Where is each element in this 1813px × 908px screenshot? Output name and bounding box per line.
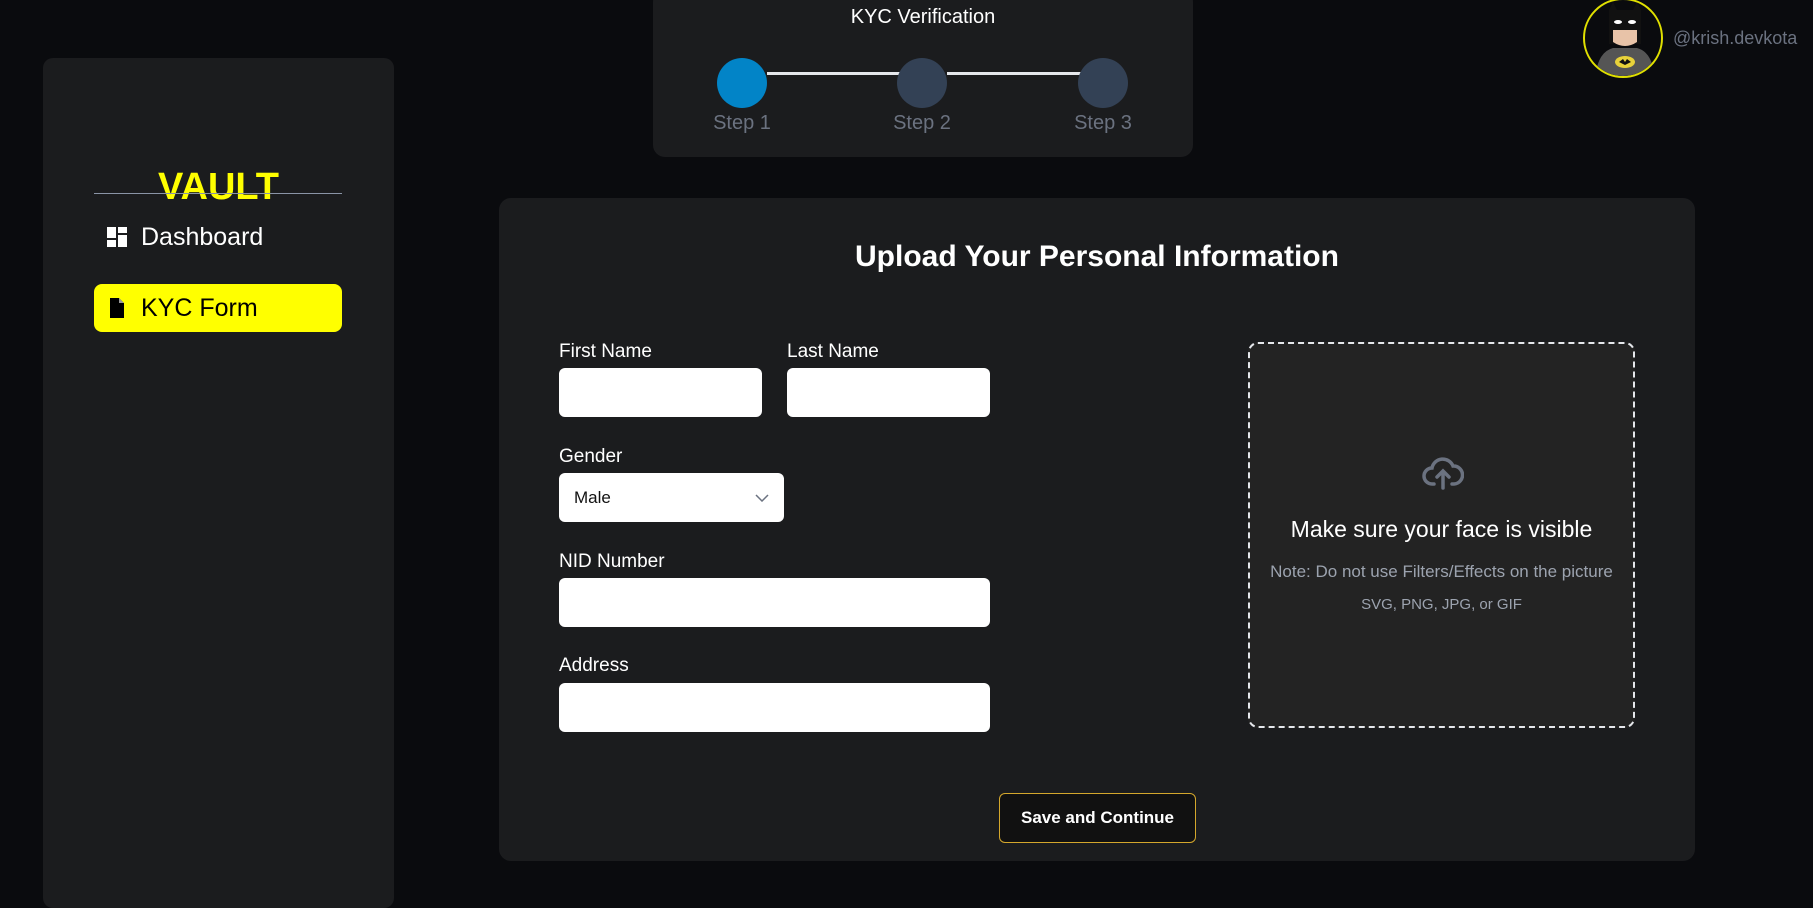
step-3-label: Step 3 — [1074, 112, 1132, 134]
first-name-input[interactable] — [559, 368, 762, 417]
form-title: Upload Your Personal Information — [855, 240, 1339, 273]
step-3-indicator — [1078, 58, 1128, 108]
chevron-down-icon — [755, 493, 769, 502]
nid-label: NID Number — [559, 551, 665, 572]
address-input[interactable] — [559, 683, 990, 732]
photo-upload-dropzone[interactable]: Make sure your face is visible Note: Do … — [1248, 342, 1635, 728]
upload-formats: SVG, PNG, JPG, or GIF — [1361, 596, 1522, 613]
gender-value: Male — [574, 487, 611, 507]
step-1-indicator — [717, 58, 767, 108]
step-2-indicator — [897, 58, 947, 108]
sidebar: VAULT Dashboard KYC Form — [43, 58, 394, 908]
kyc-stepper: KYC Verification Step 1 Step 2 Step 3 — [653, 0, 1193, 157]
dashboard-icon — [107, 227, 127, 247]
upload-title: Make sure your face is visible — [1290, 516, 1593, 542]
stepper-title: KYC Verification — [850, 6, 996, 28]
sidebar-item-kyc-form[interactable]: KYC Form — [94, 284, 342, 332]
upload-note: Note: Do not use Filters/Effects on the … — [1270, 562, 1613, 581]
sidebar-item-dashboard[interactable]: Dashboard — [94, 213, 342, 261]
batman-avatar-icon — [1595, 2, 1655, 76]
file-icon — [110, 298, 124, 318]
gender-select[interactable]: Male — [559, 473, 784, 522]
cloud-upload-icon — [1422, 457, 1464, 490]
step-2-label: Step 2 — [893, 112, 951, 134]
sidebar-item-label: Dashboard — [141, 222, 264, 251]
address-label: Address — [559, 655, 629, 676]
save-and-continue-button[interactable]: Save and Continue — [999, 793, 1196, 843]
last-name-label: Last Name — [787, 341, 879, 362]
step-1-label: Step 1 — [713, 112, 771, 134]
avatar[interactable] — [1583, 0, 1663, 78]
divider — [94, 193, 342, 194]
sidebar-item-label: KYC Form — [141, 293, 258, 322]
logo: VAULT — [157, 166, 279, 208]
gender-label: Gender — [559, 446, 623, 467]
kyc-form-card: Upload Your Personal Information First N… — [499, 198, 1695, 861]
username[interactable]: @krish.devkota — [1673, 28, 1797, 49]
nid-input[interactable] — [559, 578, 990, 627]
first-name-label: First Name — [559, 341, 652, 362]
last-name-input[interactable] — [787, 368, 990, 417]
